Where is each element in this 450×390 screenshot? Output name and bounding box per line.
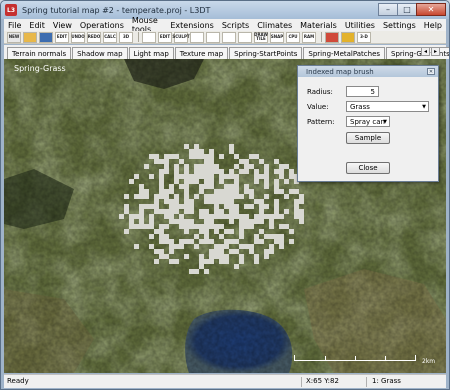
close-dialog-button[interactable]: Close: [346, 162, 390, 174]
toolbar: NEW EDIT UNDO REDO CALC 3D EDIT SCULPT DRAW TILE…: [4, 31, 446, 44]
minimize-button[interactable]: –: [378, 3, 398, 16]
tab-light-map[interactable]: Light map: [128, 47, 174, 59]
menu-operations[interactable]: Operations: [76, 21, 128, 30]
menu-materials[interactable]: Materials: [296, 21, 341, 30]
tool-c-icon[interactable]: [222, 31, 236, 43]
tab-spring-geovents[interactable]: Spring-Geovents: [386, 47, 449, 59]
tab-scroll-buttons: ◂ ▸: [420, 47, 440, 56]
snap-icon[interactable]: SNAP: [270, 31, 284, 43]
app-icon: L3: [5, 4, 17, 16]
tab-spring-startpoints[interactable]: Spring-StartPoints: [229, 47, 303, 59]
menu-utilities[interactable]: Utilities: [341, 21, 379, 30]
value-select-text: Grass: [350, 102, 370, 111]
scale-bar: [294, 355, 416, 361]
tab-scroll-right-icon[interactable]: ▸: [431, 47, 440, 56]
dialog-close-icon[interactable]: ✕: [427, 68, 435, 75]
window-controls: – □ ✕: [378, 3, 446, 16]
pattern-select[interactable]: Spray can ▼: [346, 116, 390, 127]
tab-bar: Terrain normals Shadow map Light map Textur…: [4, 45, 449, 59]
tab-spring-metalpatches[interactable]: Spring-MetalPatches: [303, 47, 386, 59]
menu-view[interactable]: View: [49, 21, 76, 30]
view-3d-icon[interactable]: 3-D: [357, 31, 371, 43]
edit-tool-icon[interactable]: EDIT: [158, 31, 172, 43]
window-title: Spring tutorial map #2 - temperate.proj …: [22, 5, 211, 15]
menu-help[interactable]: Help: [420, 21, 446, 30]
pattern-select-text: Spray can: [350, 117, 385, 126]
tool-a-icon[interactable]: [190, 31, 204, 43]
chevron-down-icon: ▼: [422, 104, 426, 110]
chevron-down-icon: ▼: [383, 119, 387, 125]
warning-icon[interactable]: [341, 31, 355, 43]
ram-icon[interactable]: RAM: [302, 31, 316, 43]
scale-label: 2km: [422, 358, 436, 365]
redo-icon[interactable]: REDO: [87, 31, 101, 43]
dialog-title-bar[interactable]: Indexed map brush ✕: [298, 66, 438, 77]
close-button[interactable]: ✕: [416, 3, 446, 16]
toolbar-separator: [321, 32, 322, 42]
pattern-label: Pattern:: [307, 118, 335, 126]
tab-scroll-left-icon[interactable]: ◂: [421, 47, 430, 56]
dialog-title: Indexed map brush: [306, 67, 374, 76]
maximize-button[interactable]: □: [397, 3, 417, 16]
menu-bar: File Edit View Operations Mouse tools Extensi…: [4, 16, 446, 34]
sample-button[interactable]: Sample: [346, 132, 390, 144]
brush-icon[interactable]: [325, 31, 339, 43]
tab-terrain-normals[interactable]: Terrain normals: [7, 47, 72, 59]
sculpt-icon[interactable]: SCULPT: [172, 31, 190, 43]
new-icon[interactable]: NEW: [7, 31, 21, 43]
save-icon[interactable]: [39, 31, 53, 43]
open-icon[interactable]: [23, 31, 37, 43]
undo-icon[interactable]: UNDO: [71, 31, 85, 43]
cursor-coordinates: X:65 Y:82: [306, 377, 339, 385]
view3d-icon[interactable]: 3D: [119, 31, 133, 43]
menu-settings[interactable]: Settings: [379, 21, 420, 30]
tab-texture-map[interactable]: Texture map: [174, 47, 229, 59]
status-bar: Ready X:65 Y:82 1: Grass: [4, 374, 446, 388]
select-icon[interactable]: [142, 31, 156, 43]
cursor-value: 1: Grass: [372, 377, 401, 385]
tool-b-icon[interactable]: [206, 31, 220, 43]
value-label: Value:: [307, 103, 329, 111]
menu-edit[interactable]: Edit: [25, 21, 49, 30]
tab-shadow-map[interactable]: Shadow map: [72, 47, 128, 59]
calc-icon[interactable]: CALC: [103, 31, 117, 43]
cpu-icon[interactable]: CPU: [286, 31, 300, 43]
tool-d-icon[interactable]: [238, 31, 252, 43]
toolbar-separator: [138, 32, 139, 42]
value-select[interactable]: Grass ▼: [346, 101, 429, 112]
edit-icon[interactable]: EDIT: [55, 31, 69, 43]
title-bar[interactable]: L3 Spring tutorial map #2 - temperate.pr…: [1, 1, 449, 19]
status-text: Ready: [7, 377, 29, 385]
menu-file[interactable]: File: [4, 21, 25, 30]
draw-tile-icon[interactable]: DRAW TILE: [254, 31, 268, 43]
radius-input[interactable]: 5: [346, 86, 379, 97]
radius-label: Radius:: [307, 88, 333, 96]
app-window: L3 Spring tutorial map #2 - temperate.pr…: [0, 0, 450, 390]
indexed-map-brush-dialog: Indexed map brush ✕ Radius: 5 Value: Gra…: [297, 65, 439, 182]
map-layer-label: Spring-Grass: [14, 64, 66, 73]
menu-extensions[interactable]: Extensions: [166, 21, 217, 30]
menu-climates[interactable]: Climates: [253, 21, 296, 30]
menu-scripts[interactable]: Scripts: [218, 21, 253, 30]
